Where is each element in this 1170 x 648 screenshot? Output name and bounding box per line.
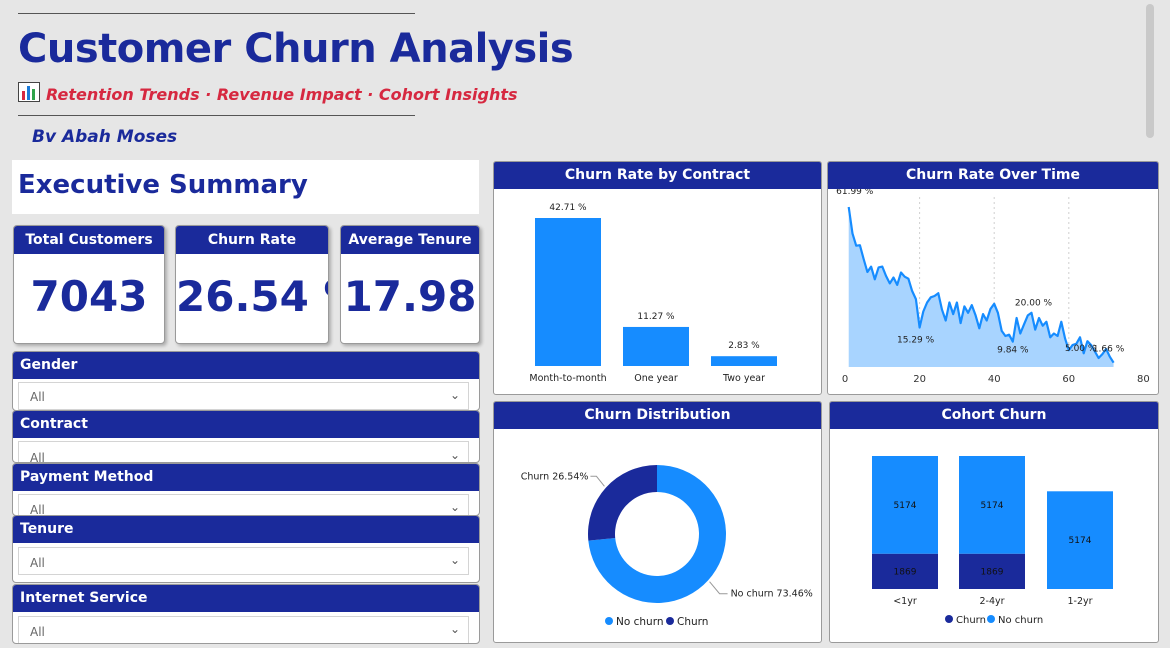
x-tick-label: 2-4yr [979, 596, 1004, 607]
x-tick-label: 0 [842, 374, 848, 385]
filter-tenure: Tenure All ⌄ [12, 515, 480, 583]
donut-slice [588, 465, 657, 541]
filter-dropdown[interactable]: All ⌄ [18, 616, 469, 643]
bar-data-label: 42.71 % [549, 203, 587, 213]
filter-value: All [30, 556, 45, 570]
chart-title: Churn Rate by Contract [494, 162, 821, 189]
chart-title: Churn Distribution [494, 402, 821, 429]
x-tick-label: 20 [913, 374, 926, 385]
contract-chart-panel: Churn Rate by Contract 42.71 % Month-to-m… [493, 161, 822, 395]
annotation-label: 9.84 % [997, 346, 1029, 356]
bar-data-label: 11.27 % [637, 312, 675, 322]
segment-label: 5174 [1069, 536, 1092, 546]
filter-label: Tenure [13, 516, 479, 543]
segment-label: 5174 [894, 501, 917, 511]
legend-marker [987, 615, 995, 623]
churn-area [848, 207, 1114, 367]
subtitle-text: Retention Trends · Revenue Impact · Coho… [46, 84, 518, 104]
cohort-churn-panel: Cohort Churn 1869 5174 <1yr 1869 5174 2-4yr 51… [829, 401, 1159, 643]
kpi-value: 26.54 % [176, 272, 328, 321]
page-title: Customer Churn Analysis [18, 26, 574, 72]
x-tick-label: Two year [722, 373, 765, 384]
contract-bar [711, 356, 777, 366]
filter-contract: Contract All ⌄ [12, 410, 480, 463]
label-leader-line [590, 475, 605, 487]
chart-title: Cohort Churn [830, 402, 1158, 429]
legend-label: Churn [677, 616, 708, 628]
top-rule [18, 13, 415, 14]
scrollbar[interactable] [1146, 4, 1154, 138]
annotation-label: 15.29 % [897, 336, 935, 346]
page-subtitle: Retention Trends · Revenue Impact · Coho… [18, 82, 518, 106]
bar-data-label: 2.83 % [728, 341, 760, 351]
author-credit: Bv Abah Moses [32, 127, 178, 147]
kpi-average-tenure: Average Tenure 17.98 [340, 225, 480, 344]
legend-marker [945, 615, 953, 623]
x-tick-label: 80 [1137, 374, 1150, 385]
annotation-label: 20.00 % [1015, 298, 1053, 308]
subtitle-rule [18, 115, 415, 116]
kpi-total-customers: Total Customers 7043 [13, 225, 165, 344]
slice-label: Churn 26.54% [521, 471, 589, 482]
chevron-down-icon: ⌄ [449, 448, 460, 462]
chevron-down-icon: ⌄ [449, 553, 460, 567]
kpi-label: Churn Rate [176, 226, 328, 254]
segment-label: 1869 [981, 567, 1004, 577]
x-tick-label: <1yr [893, 596, 917, 607]
filter-dropdown[interactable]: All ⌄ [18, 494, 469, 515]
filter-gender: Gender All ⌄ [12, 351, 480, 411]
x-tick-label: One year [634, 373, 678, 384]
x-tick-label: Month-to-month [529, 373, 606, 384]
x-tick-label: 60 [1062, 374, 1075, 385]
executive-summary-title: Executive Summary [18, 170, 308, 200]
filter-label: Payment Method [13, 464, 479, 491]
filter-value: All [30, 390, 45, 404]
bar-chart-icon [18, 82, 40, 106]
segment-label: 5174 [981, 501, 1004, 511]
filter-label: Contract [13, 411, 479, 438]
churn-over-time-panel: Churn Rate Over Time 61.99 % 15.29 % 9.84 … [827, 161, 1159, 395]
filter-dropdown[interactable]: All ⌄ [18, 441, 469, 463]
contract-bar [535, 218, 601, 366]
filter-dropdown[interactable]: All ⌄ [18, 382, 469, 410]
legend-label: No churn [998, 615, 1043, 626]
executive-summary-card: Executive Summary [12, 160, 479, 214]
x-tick-label: 40 [988, 374, 1001, 385]
churn-distribution-panel: Churn Distribution No churn 73.46% Churn … [493, 401, 822, 643]
filter-label: Internet Service [13, 585, 479, 612]
filter-value: All [30, 625, 45, 639]
legend-label: Churn [956, 615, 986, 626]
kpi-churn-rate: Churn Rate 26.54 % [175, 225, 329, 344]
chevron-down-icon: ⌄ [449, 500, 460, 514]
annotation-label: 61.99 % [836, 189, 874, 197]
churn-distribution-donut: No churn 73.46% Churn 26.54% No churn Churn [521, 465, 813, 628]
filter-value: All [30, 451, 45, 463]
legend-marker [666, 617, 674, 625]
chevron-down-icon: ⌄ [449, 388, 460, 402]
chevron-down-icon: ⌄ [449, 622, 460, 636]
kpi-label: Total Customers [14, 226, 164, 254]
filter-payment-method: Payment Method All ⌄ [12, 463, 480, 516]
segment-label: 1869 [894, 567, 917, 577]
churn-over-time-chart: 61.99 %15.29 %9.84 %20.00 %5.00 %1.66 %0… [836, 189, 1150, 385]
slice-label: No churn 73.46% [731, 589, 813, 600]
legend-label: No churn [616, 616, 664, 628]
cohort-stacked-bar-chart: 1869 5174 <1yr 1869 5174 2-4yr 5174 1-2yr Churn N… [872, 456, 1113, 626]
label-leader-line [709, 581, 728, 595]
kpi-label: Average Tenure [341, 226, 479, 254]
annotation-label: 1.66 % [1093, 345, 1125, 355]
filter-dropdown[interactable]: All ⌄ [18, 547, 469, 575]
chart-title: Churn Rate Over Time [828, 162, 1158, 189]
kpi-value: 17.98 [343, 272, 477, 321]
filter-label: Gender [13, 352, 479, 379]
kpi-value: 7043 [30, 272, 148, 321]
x-tick-label: 1-2yr [1067, 596, 1092, 607]
contract-bar-chart: 42.71 % Month-to-month 11.27 % One year 2.83… [529, 203, 777, 384]
legend-marker [605, 617, 613, 625]
contract-bar [623, 326, 689, 366]
filter-internet-service: Internet Service All ⌄ [12, 584, 480, 644]
